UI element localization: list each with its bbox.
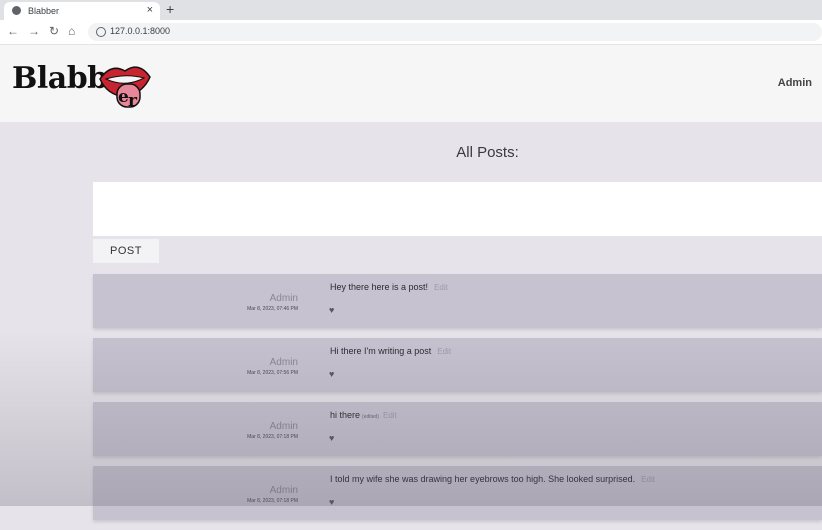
post-edited-tag: (edited) — [362, 414, 379, 420]
post-author[interactable]: Admin — [270, 293, 298, 304]
post-edit-link[interactable]: Edit — [641, 475, 655, 484]
post-card: Admin Mar 8, 2023, 07:46 PM Hey there he… — [93, 274, 822, 328]
globe-icon — [12, 6, 21, 15]
browser-tab-bar: Blabber × + — [0, 0, 822, 20]
post-card: Admin Mar 8, 2023, 07:18 PM I told my wi… — [93, 466, 822, 520]
heart-icon[interactable]: ♥ — [329, 305, 334, 315]
reload-icon[interactable]: ↻ — [49, 24, 59, 38]
site-info-icon[interactable] — [96, 27, 106, 37]
post-textarea[interactable] — [93, 182, 822, 236]
browser-toolbar: ← → ↻ ⌂ 127.0.0.1:8000 — [0, 20, 822, 45]
page-title: All Posts: — [456, 144, 519, 161]
svg-text:r: r — [128, 91, 138, 111]
post-date: Mar 8, 2023, 07:56 PM — [247, 370, 298, 376]
post-text: Hi there I'm writing a post Edit — [330, 346, 451, 356]
post-body: I told my wife she was drawing her eyebr… — [330, 474, 636, 484]
post-text: hi there (edited) Edit — [330, 410, 397, 420]
post-date: Mar 8, 2023, 07:18 PM — [247, 434, 298, 440]
new-tab-button[interactable]: + — [166, 1, 174, 17]
post-list: Admin Mar 8, 2023, 07:46 PM Hey there he… — [93, 274, 822, 530]
heart-icon[interactable]: ♥ — [329, 433, 334, 443]
tab-title: Blabber — [28, 6, 60, 16]
post-author[interactable]: Admin — [270, 357, 298, 368]
tab-close-icon[interactable]: × — [147, 4, 153, 16]
post-text: I told my wife she was drawing her eyebr… — [330, 474, 655, 484]
home-icon[interactable]: ⌂ — [68, 24, 75, 38]
post-card: Admin Mar 8, 2023, 07:56 PM Hi there I'm… — [93, 338, 822, 392]
post-button[interactable]: POST — [93, 239, 159, 263]
post-edit-link[interactable]: Edit — [434, 283, 448, 292]
post-author[interactable]: Admin — [270, 485, 298, 496]
post-body: Hey there here is a post! — [330, 282, 429, 292]
post-edit-link[interactable]: Edit — [437, 347, 451, 356]
logo-text[interactable]: Blabb — [12, 61, 108, 96]
site-header: Blabb e r Admin — [0, 45, 822, 122]
forward-icon[interactable]: → — [28, 24, 40, 38]
heart-icon[interactable]: ♥ — [329, 369, 334, 379]
back-icon[interactable]: ← — [7, 24, 19, 38]
post-author[interactable]: Admin — [270, 421, 298, 432]
nav-user-link[interactable]: Admin — [778, 77, 812, 89]
post-date: Mar 8, 2023, 07:46 PM — [247, 306, 298, 312]
address-bar[interactable]: 127.0.0.1:8000 — [88, 23, 822, 41]
post-card: Admin Mar 8, 2023, 07:18 PM hi there (edi… — [93, 402, 822, 456]
browser-tab[interactable]: Blabber × — [4, 2, 160, 20]
post-date: Mar 8, 2023, 07:18 PM — [247, 498, 298, 504]
post-body: Hi there I'm writing a post — [330, 346, 432, 356]
post-text: Hey there here is a post! Edit — [330, 282, 448, 292]
post-body: hi there — [330, 410, 361, 420]
post-edit-link[interactable]: Edit — [383, 411, 397, 420]
lips-logo-icon[interactable]: e r — [97, 55, 153, 111]
url-text: 127.0.0.1:8000 — [110, 26, 171, 36]
